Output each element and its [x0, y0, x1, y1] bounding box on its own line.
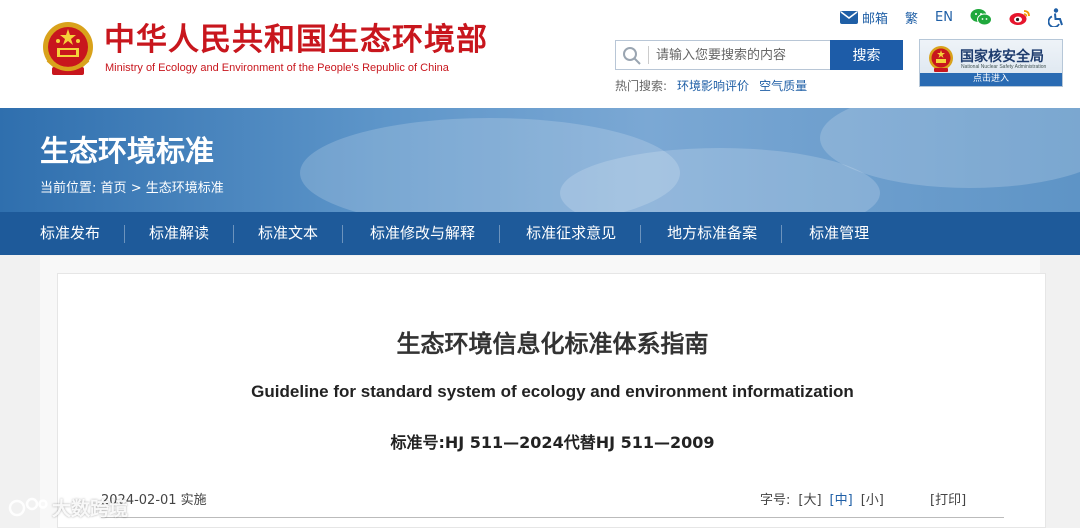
traditional-chinese-link[interactable]: 繁: [905, 6, 918, 28]
article-english-title: Guideline for standard system of ecology…: [251, 382, 854, 401]
search-icon: [623, 47, 641, 65]
breadcrumb-separator: >: [130, 181, 142, 196]
breadcrumb: 当前位置: 首页 > 生态环境标准: [40, 177, 224, 196]
wechat-link[interactable]: [970, 6, 992, 28]
nnsa-banner-link[interactable]: 国家核安全局 National Nuclear Safety Administr…: [919, 39, 1063, 87]
weibo-link[interactable]: [1009, 6, 1031, 28]
site-title[interactable]: 中华人民共和国生态环境部: [104, 22, 488, 58]
national-emblem-icon: [929, 46, 953, 72]
nav-item-standard-text[interactable]: 标准文本: [258, 212, 318, 255]
font-size-label: 字号:: [760, 493, 791, 508]
nav-separator: [499, 224, 501, 243]
hot-search-label: 热门搜索:: [615, 79, 668, 93]
nnsa-english-name: National Nuclear Safety Administration: [961, 64, 1047, 70]
site-header: 中华人民共和国生态环境部 Ministry of Ecology and Env…: [0, 0, 1080, 108]
site-subtitle: Ministry of Ecology and Environment of t…: [105, 62, 449, 74]
national-emblem-icon: [43, 22, 93, 75]
nav-separator: [640, 224, 642, 243]
accessibility-link[interactable]: [1048, 6, 1066, 28]
hot-search: 热门搜索: 环境影响评价 空气质量: [615, 77, 807, 94]
hot-search-link[interactable]: 空气质量: [759, 77, 807, 94]
font-size-large-button[interactable]: [大]: [798, 489, 821, 508]
nnsa-name: 国家核安全局: [960, 49, 1044, 65]
divider: [101, 517, 1004, 518]
accessibility-icon: [1048, 7, 1063, 27]
weibo-icon: [1009, 10, 1030, 25]
mail-icon: [840, 10, 859, 24]
nav-item-standard-release[interactable]: 标准发布: [40, 212, 100, 255]
breadcrumb-current[interactable]: 生态环境标准: [146, 181, 224, 196]
font-size-control: 字号: [大] [中] [小]: [760, 489, 884, 508]
top-links: 邮箱 繁 EN: [823, 6, 1066, 28]
breadcrumb-home-link[interactable]: 首页: [101, 181, 127, 196]
article-title: 生态环境信息化标准体系指南: [396, 330, 709, 358]
nav-item-standard-management[interactable]: 标准管理: [809, 212, 869, 255]
nav-separator: [342, 224, 344, 243]
font-size-small-button[interactable]: [小]: [861, 489, 884, 508]
search-divider: [648, 46, 649, 64]
english-link[interactable]: EN: [935, 6, 953, 28]
nav-separator: [781, 224, 783, 243]
search-input[interactable]: [656, 44, 826, 66]
nav-item-standard-interpretation[interactable]: 标准解读: [149, 212, 209, 255]
page-title: 生态环境标准: [40, 134, 215, 168]
main-nav: 标准发布 标准解读 标准文本 标准修改与解释 标准征求意见 地方标准备案 标准管…: [0, 212, 1080, 255]
print-button[interactable]: [打印]: [930, 489, 966, 508]
font-size-medium-button[interactable]: [中]: [830, 489, 853, 508]
watermark-text: 大数跨境: [52, 498, 129, 520]
breadcrumb-prefix: 当前位置:: [40, 181, 97, 196]
mail-link[interactable]: 邮箱: [840, 6, 888, 28]
watermark: 大数跨境: [8, 494, 128, 521]
page: 中华人民共和国生态环境部 Ministry of Ecology and Env…: [0, 0, 1080, 528]
nav-separator: [124, 224, 126, 243]
search-button[interactable]: 搜索: [830, 40, 903, 70]
article-card: 生态环境信息化标准体系指南 Guideline for standard sys…: [57, 273, 1046, 528]
section-banner: 生态环境标准 当前位置: 首页 > 生态环境标准: [0, 108, 1080, 212]
mail-label: 邮箱: [862, 11, 889, 27]
search-box: [615, 40, 831, 70]
nav-separator: [233, 224, 235, 243]
nav-item-standard-consultation[interactable]: 标准征求意见: [526, 212, 616, 255]
hot-search-link[interactable]: 环境影响评价: [677, 77, 749, 94]
watermark-logo-icon: [8, 497, 48, 516]
nav-item-standard-amendment[interactable]: 标准修改与解释: [370, 212, 475, 255]
standard-number: 标准号:HJ 511—2024代替HJ 511—2009: [390, 433, 715, 452]
wechat-icon: [970, 9, 992, 26]
nav-item-local-standard-filing[interactable]: 地方标准备案: [667, 212, 757, 255]
nnsa-enter-label: 点击进入: [920, 73, 1062, 86]
